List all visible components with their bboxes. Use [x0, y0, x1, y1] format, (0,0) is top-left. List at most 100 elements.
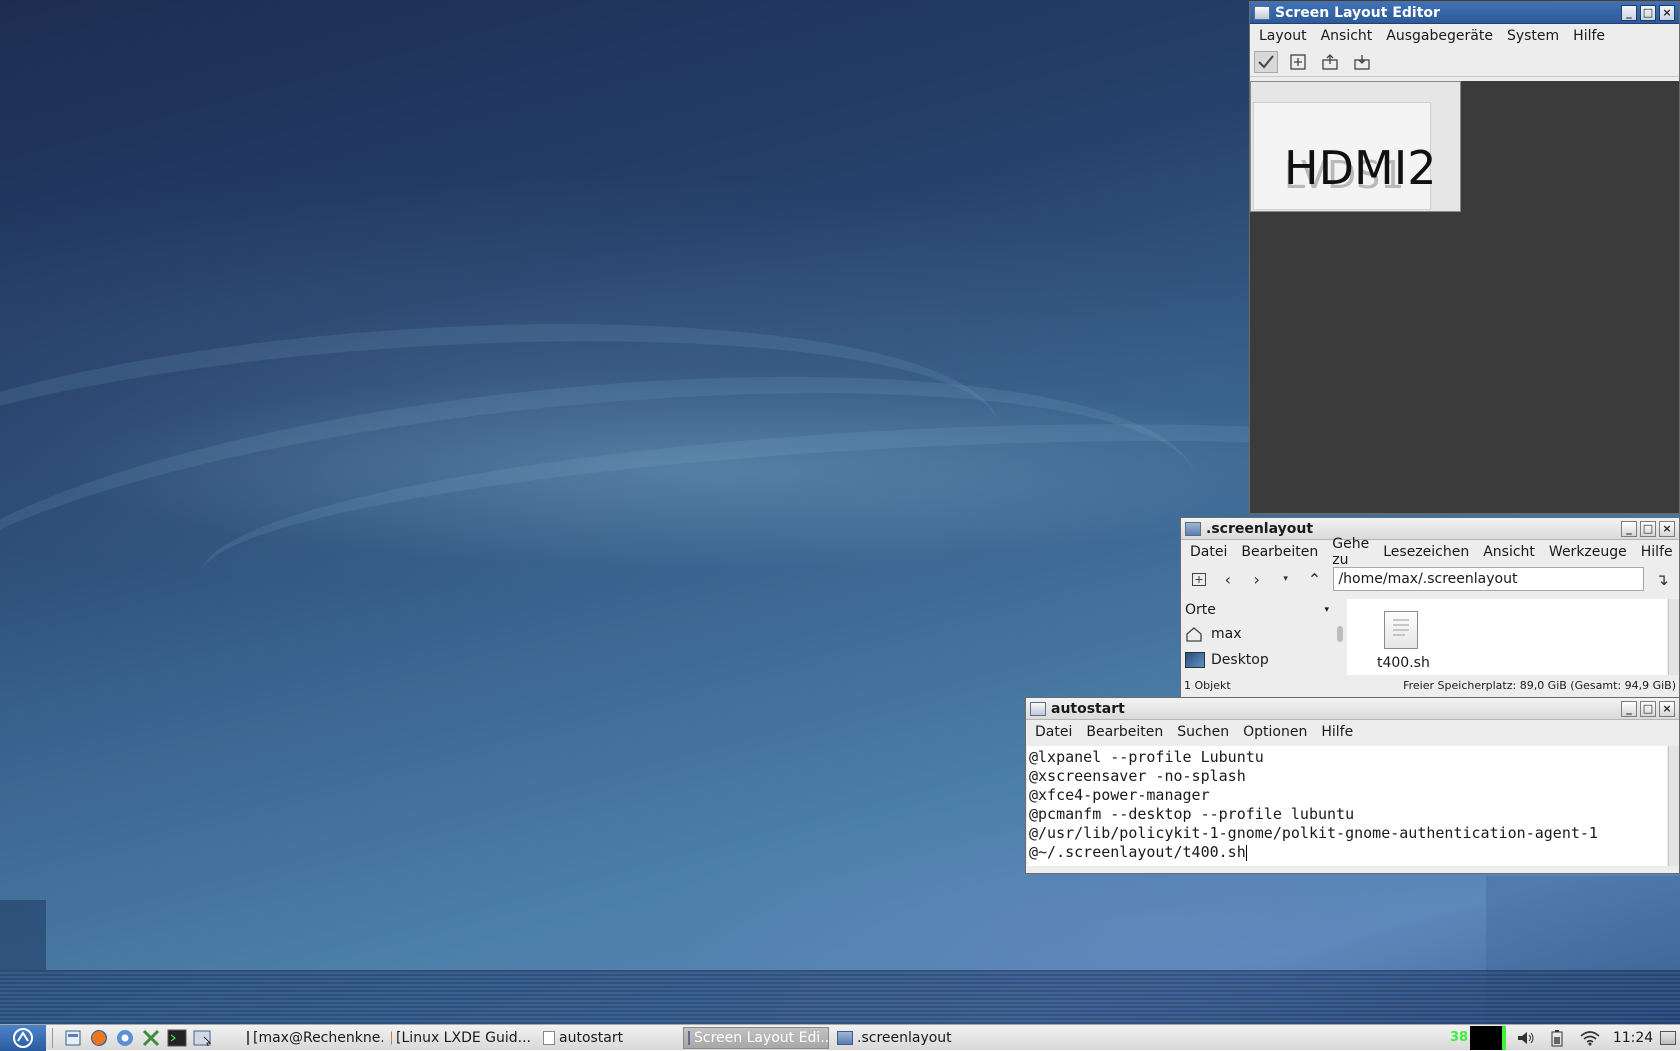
task-terminal[interactable]: [max@Rechenkne... — [243, 1027, 383, 1049]
battery-button[interactable] — [1544, 1025, 1570, 1051]
history-dropdown[interactable]: ▾ — [1274, 567, 1298, 591]
menu-lesezeichen[interactable]: Lesezeichen — [1376, 544, 1476, 560]
firefox-icon — [391, 1030, 393, 1045]
maximize-button[interactable]: □ — [1640, 520, 1656, 537]
folder-icon — [837, 1030, 853, 1045]
maximize-button[interactable]: □ — [1640, 4, 1656, 21]
sidebar-item-max[interactable]: max — [1181, 621, 1347, 647]
output-label-hdmi2[interactable]: HDMI2 — [1284, 141, 1437, 195]
launcher-chromium[interactable] — [113, 1027, 137, 1049]
apply-button[interactable] — [1254, 51, 1278, 73]
minimize-button[interactable]: _ — [1621, 4, 1637, 21]
terminal-icon — [167, 1029, 187, 1046]
launcher-settings[interactable] — [139, 1027, 163, 1049]
save-layout-button[interactable] — [1350, 51, 1374, 73]
back-button[interactable]: ‹ — [1216, 567, 1240, 591]
window-title: autostart — [1051, 700, 1125, 717]
sidebar-item-desktop[interactable]: Desktop — [1181, 647, 1347, 673]
open-layout-button[interactable] — [1318, 51, 1342, 73]
screen-layout-editor-window: Screen Layout Editor _ □ × Layout Ansich… — [1249, 1, 1680, 514]
settings-tools-icon — [142, 1029, 160, 1046]
wifi-icon — [1580, 1030, 1600, 1045]
launcher-file-manager[interactable] — [61, 1027, 85, 1049]
volume-button[interactable] — [1508, 1025, 1544, 1051]
menu-hilfe[interactable]: Hilfe — [1566, 28, 1612, 44]
text-line: @xfce4-power-manager — [1029, 786, 1210, 804]
new-tab-icon — [1191, 573, 1206, 586]
up-button[interactable]: ⌃ — [1303, 567, 1327, 591]
network-button[interactable] — [1570, 1025, 1610, 1051]
menu-bearbeiten[interactable]: Bearbeiten — [1079, 724, 1170, 740]
chevron-up-icon: ⌃ — [1307, 569, 1322, 589]
apply-icon — [1258, 55, 1274, 69]
script-file-icon[interactable] — [1384, 611, 1418, 649]
forward-button[interactable]: › — [1245, 567, 1269, 591]
launcher-terminal[interactable] — [165, 1027, 189, 1049]
file-view-scrollbar[interactable] — [1668, 599, 1679, 675]
maximize-button[interactable]: □ — [1640, 700, 1656, 717]
path-input[interactable]: /home/max/.screenlayout — [1333, 567, 1645, 591]
menu-suchen[interactable]: Suchen — [1170, 724, 1236, 740]
navigation-bar: ‹ › ▾ ⌃ /home/max/.screenlayout ↴ — [1181, 564, 1679, 594]
battery-icon — [1551, 1029, 1563, 1046]
cpu-monitor-graph[interactable] — [1468, 1025, 1508, 1051]
titlebar[interactable]: Screen Layout Editor _ □ × — [1250, 2, 1679, 24]
clock[interactable]: 11:24 — [1610, 1025, 1656, 1051]
output-rect[interactable]: LVDS1 HDMI2 — [1253, 102, 1437, 210]
minimize-button[interactable]: _ — [1621, 700, 1637, 717]
close-button[interactable]: × — [1659, 700, 1675, 717]
menu-datei[interactable]: Datei — [1183, 544, 1234, 560]
titlebar[interactable]: autostart _ □ × — [1026, 698, 1679, 720]
show-desktop-button[interactable] — [1656, 1025, 1680, 1051]
text-line-last: @~/.screenlayout/t400.sh — [1029, 843, 1667, 862]
text-file-icon — [543, 1030, 555, 1045]
menu-ansicht[interactable]: Ansicht — [1476, 544, 1542, 560]
close-button[interactable]: × — [1659, 4, 1675, 21]
menu-optionen[interactable]: Optionen — [1236, 724, 1314, 740]
virtual-screen-area: LVDS1 HDMI2 — [1250, 81, 1461, 212]
editor-scrollbar[interactable] — [1668, 746, 1679, 866]
text-editor-window: autostart _ □ × Datei Bearbeiten Suchen … — [1025, 697, 1680, 874]
menu-werkzeuge[interactable]: Werkzeuge — [1542, 544, 1634, 560]
go-button[interactable]: ↴ — [1650, 567, 1674, 591]
file-name[interactable]: t400.sh — [1377, 655, 1430, 671]
start-menu-button[interactable] — [0, 1024, 46, 1051]
titlebar[interactable]: .screenlayout _ □ × — [1181, 518, 1679, 540]
task-firefox[interactable]: [Linux LXDE Guid... — [387, 1027, 535, 1049]
sidebar-scrollbar[interactable] — [1337, 626, 1343, 642]
file-manager-icon — [65, 1030, 81, 1045]
sidebar-heading[interactable]: Orte ▾ — [1181, 599, 1347, 621]
task-autostart[interactable]: autostart — [539, 1027, 679, 1049]
go-arrow-icon: ↴ — [1655, 569, 1669, 589]
launcher-firefox[interactable] — [87, 1027, 111, 1049]
chevron-down-icon[interactable]: ▾ — [1324, 605, 1329, 615]
text-line: @lxpanel --profile Lubuntu — [1029, 748, 1264, 766]
menu-ansicht[interactable]: Ansicht — [1314, 28, 1380, 44]
menu-bearbeiten[interactable]: Bearbeiten — [1234, 544, 1325, 560]
task-screen-layout-editor[interactable]: Screen Layout Edi... — [683, 1026, 829, 1049]
task-label: autostart — [559, 1029, 624, 1046]
folder-icon — [1185, 521, 1201, 536]
window-title: .screenlayout — [1206, 520, 1314, 537]
task-screenlayout-folder[interactable]: .screenlayout — [833, 1027, 973, 1049]
window-switch-icon — [193, 1030, 212, 1046]
menu-datei[interactable]: Datei — [1028, 724, 1079, 740]
new-layout-button[interactable] — [1286, 51, 1310, 73]
layout-canvas[interactable]: LVDS1 HDMI2 — [1250, 81, 1679, 513]
status-bar: 1 Objekt Freier Speicherplatz: 89,0 GiB … — [1181, 674, 1679, 696]
editor-textarea[interactable]: @lxpanel --profile Lubuntu @xscreensaver … — [1027, 746, 1667, 866]
terminal-icon — [247, 1030, 249, 1045]
close-button[interactable]: × — [1659, 520, 1675, 537]
minimize-button[interactable]: _ — [1621, 520, 1637, 537]
show-desktop-icon — [1660, 1030, 1676, 1045]
desktop-icon — [1185, 652, 1205, 668]
menu-system[interactable]: System — [1500, 28, 1566, 44]
menu-ausgabegeraete[interactable]: Ausgabegeräte — [1379, 28, 1500, 44]
menu-gehe-zu[interactable]: Gehe zu — [1325, 536, 1376, 568]
menu-hilfe[interactable]: Hilfe — [1634, 544, 1680, 560]
new-tab-button[interactable] — [1187, 567, 1211, 591]
file-view[interactable]: t400.sh — [1347, 599, 1667, 675]
menu-layout[interactable]: Layout — [1252, 28, 1314, 44]
launcher-window-switch[interactable] — [191, 1027, 215, 1049]
menu-hilfe[interactable]: Hilfe — [1314, 724, 1360, 740]
